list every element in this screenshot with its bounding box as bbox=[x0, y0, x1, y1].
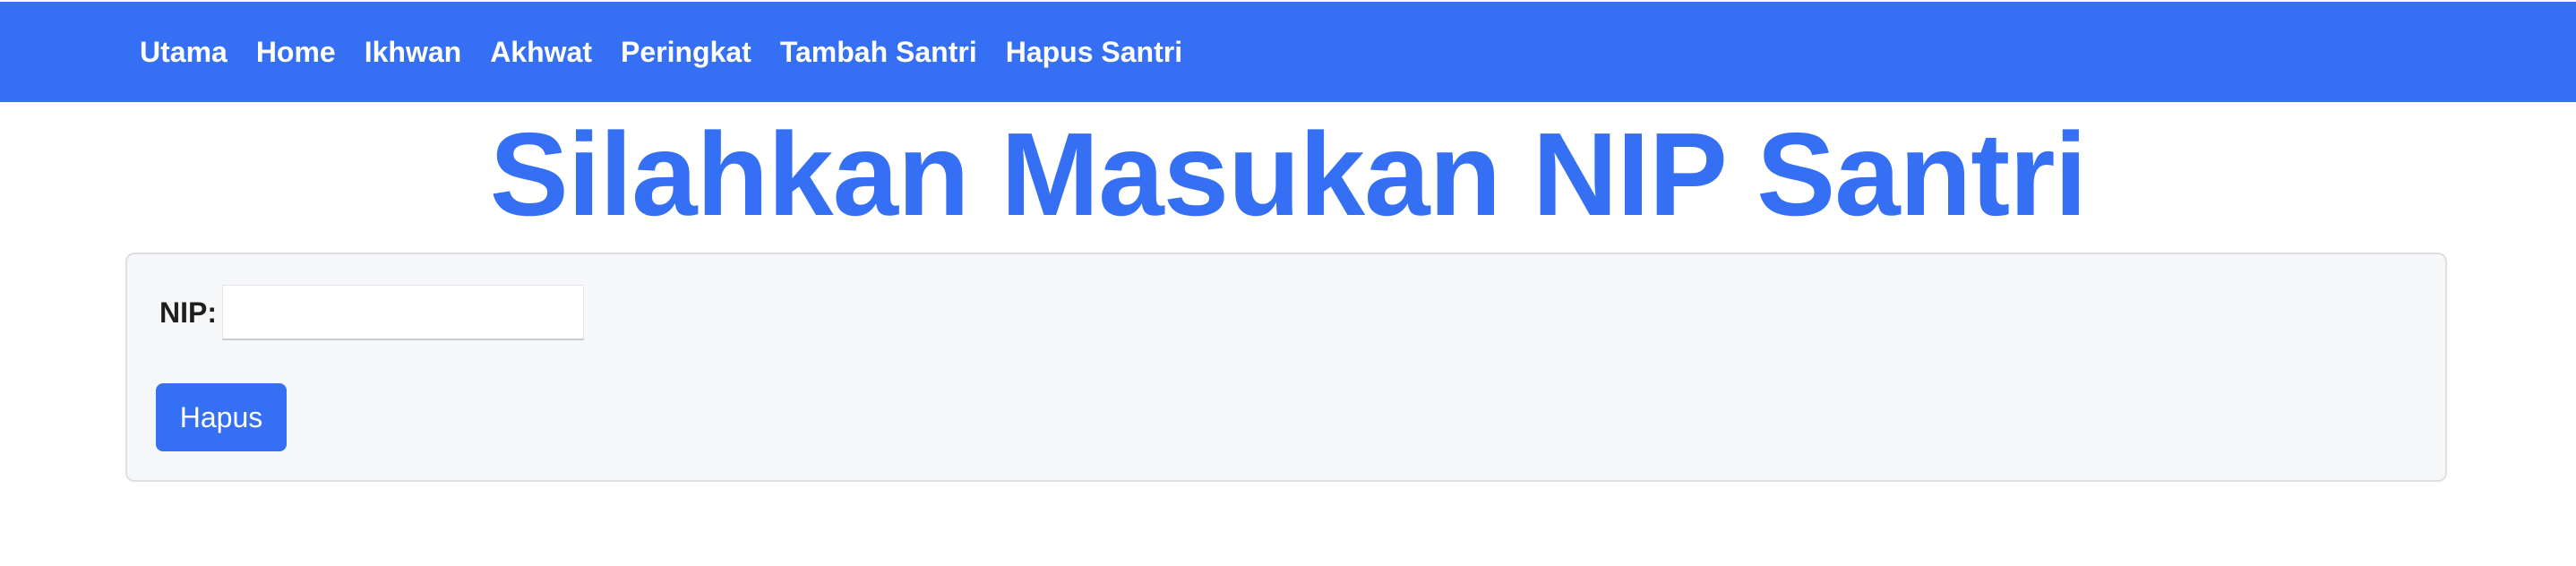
delete-button[interactable]: Hapus bbox=[156, 383, 287, 451]
nip-field-row: NIP: bbox=[159, 285, 584, 340]
delete-santri-form: NIP: Hapus bbox=[125, 253, 2447, 482]
nip-input[interactable] bbox=[222, 285, 584, 340]
nav-item-home[interactable]: Home bbox=[242, 2, 350, 102]
nav-item-akhwat[interactable]: Akhwat bbox=[476, 2, 606, 102]
nav-item-ikhwan[interactable]: Ikhwan bbox=[350, 2, 476, 102]
nav-item-tambah-santri[interactable]: Tambah Santri bbox=[766, 2, 992, 102]
nav-item-utama[interactable]: Utama bbox=[125, 2, 242, 102]
nip-label: NIP: bbox=[159, 296, 217, 329]
nav-item-hapus-santri[interactable]: Hapus Santri bbox=[992, 2, 1197, 102]
top-navbar: Utama Home Ikhwan Akhwat Peringkat Tamba… bbox=[0, 2, 2576, 102]
nav-item-peringkat[interactable]: Peringkat bbox=[606, 2, 766, 102]
page-title: Silahkan Masukan NIP Santri bbox=[489, 108, 2088, 240]
